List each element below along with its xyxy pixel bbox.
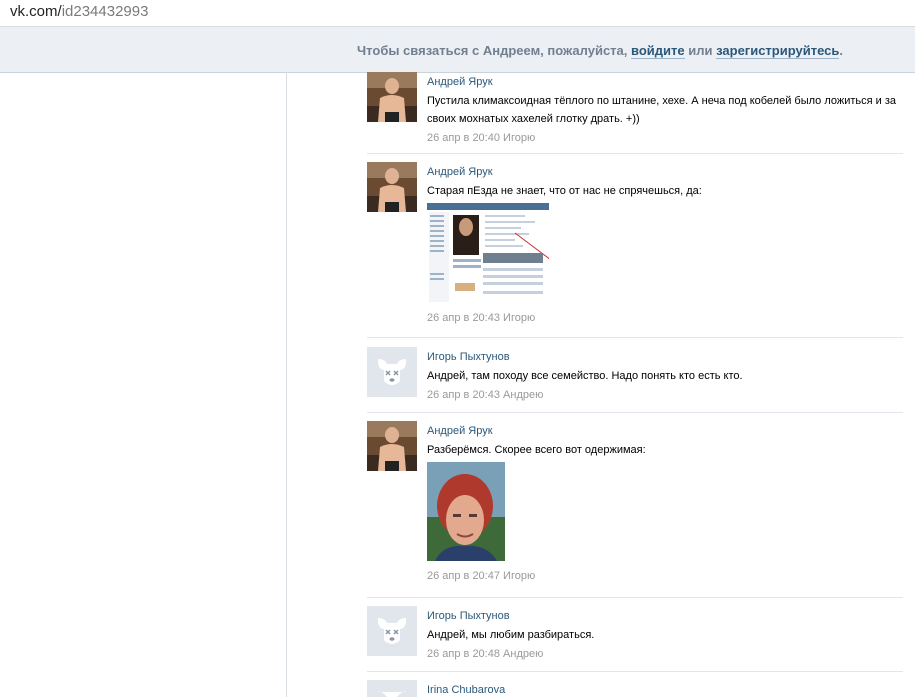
avatar[interactable] xyxy=(367,162,417,212)
login-banner: Чтобы связаться с Андреем, пожалуйста, в… xyxy=(0,27,915,73)
register-link[interactable]: зарегистрируйтесь xyxy=(716,43,840,59)
post-date[interactable]: 26 апр в 20:43 xyxy=(427,312,500,324)
attached-screenshot[interactable] xyxy=(427,203,903,308)
attached-photo[interactable] xyxy=(427,462,903,566)
post-divider xyxy=(367,412,903,413)
post-author[interactable]: Игорь Пыхтунов xyxy=(427,350,903,364)
column-divider xyxy=(286,72,287,697)
avatar[interactable] xyxy=(367,72,417,122)
url-path: id234432993 xyxy=(61,3,149,20)
avatar[interactable] xyxy=(367,421,417,471)
reply-to[interactable]: Игорю xyxy=(503,570,535,582)
post-divider xyxy=(367,671,903,672)
avatar[interactable] xyxy=(367,606,417,656)
banner-suffix: . xyxy=(839,43,843,58)
avatar[interactable] xyxy=(367,347,417,397)
url-text[interactable]: vk.com/id234432993 xyxy=(10,3,148,20)
post-meta: 26 апр в 20:43 Игорю xyxy=(427,311,903,325)
post-meta: 26 апр в 20:48 Андрею xyxy=(427,647,903,661)
post-text: Андрей, мы любим разбираться. xyxy=(427,629,595,641)
vk-dog-icon xyxy=(367,347,417,397)
login-link[interactable]: войдите xyxy=(631,43,685,59)
banner-or: или xyxy=(688,43,713,58)
post-text: Старая пЕзда не знает, что от нас не спр… xyxy=(427,185,702,197)
post-divider xyxy=(367,337,903,338)
post-meta: 26 апр в 20:43 Андрею xyxy=(427,388,903,402)
post-date[interactable]: 26 апр в 20:47 xyxy=(427,570,500,582)
banner-prefix: Чтобы связаться с Андреем, пожалуйста, xyxy=(357,43,628,58)
reply-to[interactable]: Андрею xyxy=(503,389,543,401)
post-date[interactable]: 26 апр в 20:40 xyxy=(427,132,500,144)
post-author[interactable]: Андрей Ярук xyxy=(427,424,903,438)
vk-dog-icon xyxy=(367,606,417,656)
post-divider xyxy=(367,597,903,598)
post-author[interactable]: Андрей Ярук xyxy=(427,75,903,89)
post-date[interactable]: 26 апр в 20:48 xyxy=(427,648,500,660)
post-text: Пустила климаксоидная тёплого по штанине… xyxy=(427,95,897,125)
post-date[interactable]: 26 апр в 20:43 xyxy=(427,389,500,401)
post-author[interactable]: Игорь Пыхтунов xyxy=(427,609,903,623)
post-divider xyxy=(367,153,903,154)
avatar[interactable] xyxy=(367,680,417,697)
post-meta: 26 апр в 20:40 Игорю xyxy=(427,131,903,145)
post-author[interactable]: Irina Chubarova xyxy=(427,683,903,697)
url-domain: vk.com/ xyxy=(10,3,62,20)
post-author[interactable]: Андрей Ярук xyxy=(427,165,903,179)
address-bar[interactable]: vk.com/id234432993 xyxy=(0,0,915,27)
banner-text: Чтобы связаться с Андреем, пожалуйста, в… xyxy=(357,43,843,59)
reply-to[interactable]: Игорю xyxy=(503,312,535,324)
reply-to[interactable]: Андрею xyxy=(503,648,543,660)
post-text: Разберёмся. Скорее всего вот одержимая: xyxy=(427,444,646,456)
vk-dog-icon xyxy=(367,680,417,697)
post-text: Андрей, там походу все семейство. Надо п… xyxy=(427,370,743,382)
reply-to[interactable]: Игорю xyxy=(503,132,535,144)
post-meta: 26 апр в 20:47 Игорю xyxy=(427,569,903,583)
